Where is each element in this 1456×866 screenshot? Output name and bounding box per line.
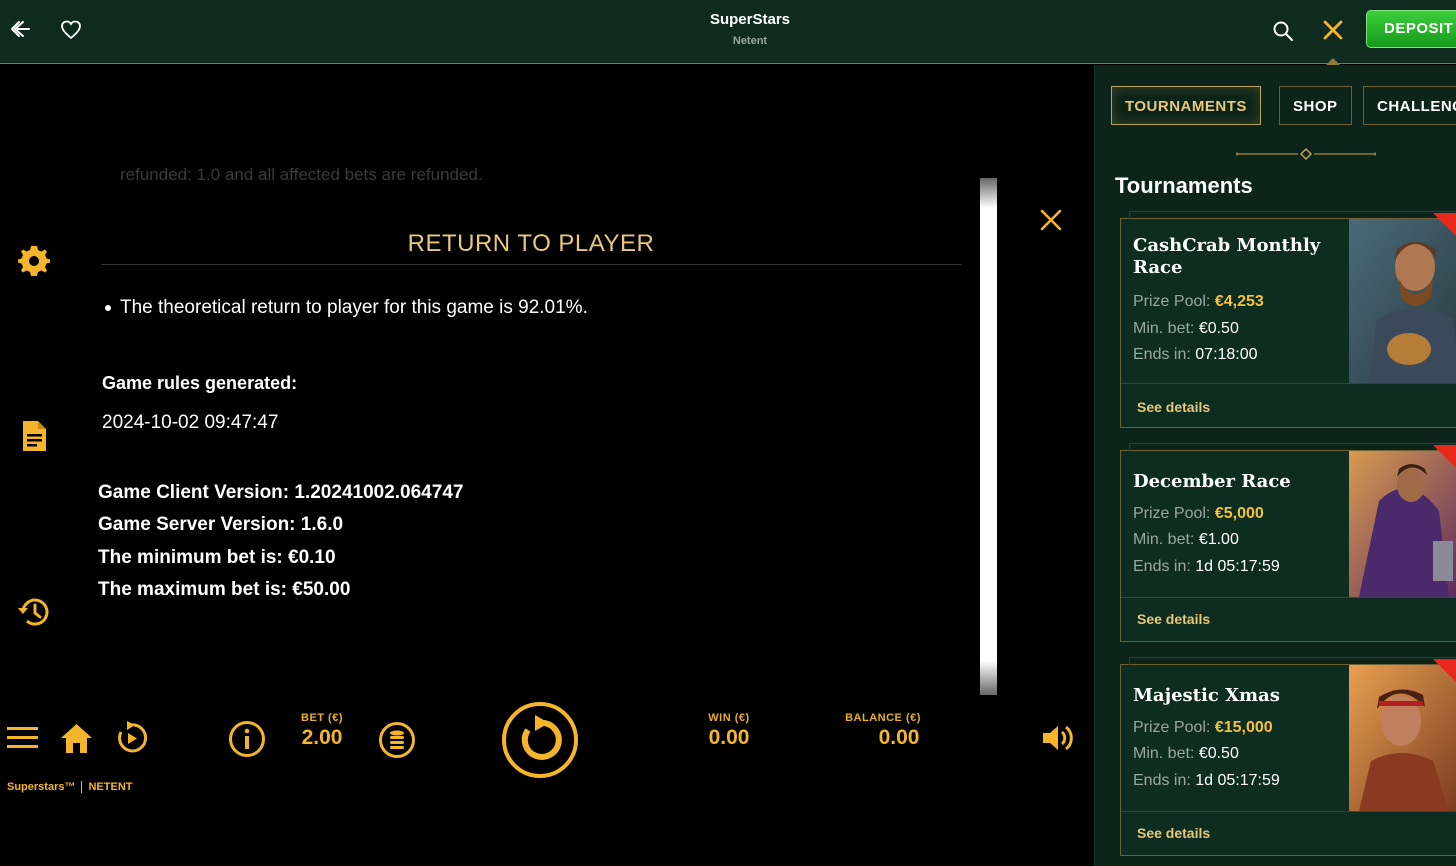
see-details-link[interactable]: See details	[1137, 611, 1210, 627]
tournament-card[interactable]: CashCrab Monthly Race Prize Pool: €4,253…	[1120, 211, 1456, 428]
tab-challenges[interactable]: CHALLENG	[1363, 86, 1456, 125]
minbet-row: Min. bet: €0.50	[1133, 745, 1239, 763]
tournament-image	[1349, 451, 1456, 597]
sound-icon[interactable]	[1041, 722, 1075, 754]
tournament-name: CashCrab Monthly Race	[1133, 235, 1321, 278]
ends-label: Ends in:	[1133, 558, 1191, 575]
ends-label: Ends in:	[1133, 346, 1191, 363]
tournament-card[interactable]: Majestic Xmas Prize Pool: €15,000 Min. b…	[1120, 657, 1456, 856]
rules-generated-date: 2024-10-02 09:47:47	[102, 412, 279, 433]
autoplay-icon[interactable]	[113, 720, 149, 756]
info-icon[interactable]	[228, 720, 266, 758]
ends-row: Ends in: 07:18:00	[1133, 346, 1258, 364]
max-bet-info: The maximum bet is: €50.00	[98, 579, 351, 600]
minbet-value: €0.50	[1198, 320, 1239, 337]
tab-shop[interactable]: SHOP	[1279, 86, 1352, 125]
prize-value: €4,253	[1214, 293, 1264, 310]
win-value: 0.00	[708, 726, 750, 749]
ends-value: 1d 05:17:59	[1195, 558, 1280, 575]
game-title: SuperStars	[709, 11, 791, 28]
home-icon[interactable]	[60, 722, 93, 754]
close-icon[interactable]	[1321, 18, 1345, 42]
tournament-name: December Race	[1133, 471, 1291, 492]
scrollbar[interactable]	[980, 178, 997, 695]
bet-value: 2.00	[301, 726, 343, 749]
tournament-name: Majestic Xmas	[1133, 685, 1280, 706]
tab-tournaments[interactable]: TOURNAMENTS	[1111, 86, 1261, 125]
prize-label: Prize Pool:	[1133, 719, 1211, 736]
top-bar: SuperStars Netent DEPOSIT	[0, 0, 1456, 65]
spin-button-icon[interactable]	[501, 701, 579, 779]
menu-icon[interactable]	[7, 725, 39, 751]
minbet-row: Min. bet: €0.50	[1133, 320, 1239, 338]
minbet-value: €0.50	[1198, 745, 1239, 762]
game-provider: Netent	[732, 35, 768, 47]
rules-content: refunded: 1.0 and all affected bets are …	[0, 65, 980, 695]
card-divider	[1121, 597, 1456, 598]
minbet-label: Min. bet:	[1133, 320, 1195, 337]
tournament-card[interactable]: December Race Prize Pool: €5,000 Min. be…	[1120, 443, 1456, 642]
back-arrow-icon[interactable]	[10, 18, 32, 40]
scrollbar-top-cap[interactable]	[980, 178, 997, 208]
prize-label: Prize Pool:	[1133, 293, 1211, 310]
rtp-heading: RETURN TO PLAYER	[407, 230, 655, 257]
see-details-link[interactable]: See details	[1137, 825, 1210, 841]
rules-close-icon[interactable]	[1038, 207, 1064, 233]
brand-game-name: Superstars™	[7, 781, 76, 793]
game-area: refunded: 1.0 and all affected bets are …	[0, 65, 1094, 866]
heart-icon[interactable]	[60, 19, 82, 41]
min-bet-info: The minimum bet is: €0.10	[98, 547, 336, 568]
brand-separator	[81, 781, 83, 794]
panel-caret	[1326, 58, 1340, 65]
prize-row: Prize Pool: €4,253	[1133, 293, 1264, 311]
ends-row: Ends in: 1d 05:17:59	[1133, 772, 1280, 790]
minbet-value: €1.00	[1198, 531, 1239, 548]
ends-label: Ends in:	[1133, 772, 1191, 789]
rtp-text: The theoretical return to player for thi…	[120, 297, 588, 318]
ornament-divider	[1236, 148, 1376, 160]
card-stack-edge	[1129, 443, 1456, 451]
card-divider	[1121, 811, 1456, 812]
balance-value: 0.00	[878, 726, 920, 749]
server-version: Game Server Version: 1.6.0	[98, 514, 344, 535]
rtp-bullet: The theoretical return to player for thi…	[105, 297, 588, 319]
minbet-label: Min. bet:	[1133, 531, 1195, 548]
ends-row: Ends in: 1d 05:17:59	[1133, 558, 1280, 576]
brand-provider: NETENT	[88, 781, 133, 793]
scrollbar-thumb[interactable]	[980, 661, 997, 695]
prize-value: €5,000	[1214, 505, 1264, 522]
game-brand: Superstars™ NETENT	[7, 781, 133, 794]
balance-label: BALANCE (€)	[845, 712, 921, 724]
card-stack-edge	[1129, 211, 1456, 219]
card-divider	[1121, 383, 1456, 384]
rules-generated-label: Game rules generated:	[102, 373, 298, 393]
bet-label: BET (€)	[301, 712, 343, 724]
card-stack-edge	[1129, 657, 1456, 665]
client-version: Game Client Version: 1.20241002.064747	[98, 482, 464, 503]
coins-icon[interactable]	[378, 721, 416, 759]
bullet-dot	[105, 304, 111, 311]
win-label: WIN (€)	[708, 712, 750, 724]
prize-value: €15,000	[1214, 719, 1273, 736]
tournament-image	[1349, 665, 1456, 811]
search-icon[interactable]	[1272, 20, 1294, 42]
tournament-image	[1349, 219, 1456, 383]
see-details-link[interactable]: See details	[1137, 399, 1210, 415]
heading-divider	[101, 264, 962, 265]
minbet-label: Min. bet:	[1133, 745, 1195, 762]
minbet-row: Min. bet: €1.00	[1133, 531, 1239, 549]
prize-row: Prize Pool: €5,000	[1133, 505, 1264, 523]
faded-previous-text: refunded: 1.0 and all affected bets are …	[120, 165, 483, 181]
ends-value: 07:18:00	[1195, 346, 1258, 363]
prize-label: Prize Pool:	[1133, 505, 1211, 522]
ends-value: 1d 05:17:59	[1195, 772, 1280, 789]
deposit-button[interactable]: DEPOSIT	[1366, 10, 1456, 48]
panel-title: Tournaments	[1115, 173, 1253, 198]
prize-row: Prize Pool: €15,000	[1133, 719, 1273, 737]
